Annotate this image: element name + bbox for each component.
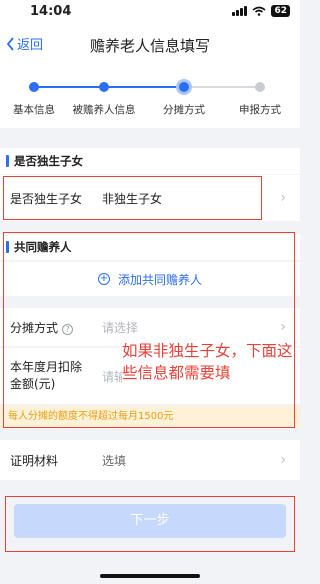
nav-bar: 返回 赡养老人信息填写 bbox=[0, 24, 300, 66]
progress-stepper: 基本信息 被赡养人信息 分摊方式 申报方式 bbox=[0, 66, 300, 128]
step-connector bbox=[104, 86, 184, 88]
signal-icon bbox=[232, 6, 248, 16]
wifi-icon bbox=[252, 6, 266, 16]
step-connector bbox=[34, 86, 104, 88]
step-dot-allocation bbox=[176, 79, 192, 95]
step-label-supported-person: 被赡养人信息 bbox=[72, 104, 136, 116]
step-dot-declaration bbox=[255, 82, 265, 92]
chevron-right-icon: › bbox=[280, 452, 286, 468]
proof-value: 选填 bbox=[102, 453, 127, 468]
status-icons: 62 bbox=[232, 5, 290, 17]
home-indicator bbox=[100, 574, 200, 578]
status-time: 14:04 bbox=[30, 4, 72, 19]
proof-row[interactable]: 证明材料 选填 › bbox=[0, 440, 300, 480]
step-label-declaration: 申报方式 bbox=[239, 104, 281, 116]
step-label-allocation: 分摊方式 bbox=[163, 104, 205, 116]
annotation-box-next bbox=[5, 496, 295, 552]
section-header-only-child: 是否独生子女 bbox=[0, 148, 300, 174]
step-dot-basic-info bbox=[29, 82, 39, 92]
step-dot-supported-person bbox=[99, 82, 109, 92]
step-label-basic-info: 基本信息 bbox=[13, 104, 55, 116]
annotation-box-details bbox=[3, 232, 295, 428]
annotation-text: 如果非独生子女，下面这些信息都需要填 bbox=[122, 340, 294, 384]
status-bar: 14:04 62 bbox=[0, 0, 300, 24]
battery-icon: 62 bbox=[271, 5, 290, 17]
annotation-box-only-child bbox=[3, 176, 262, 220]
page-title: 赡养老人信息填写 bbox=[89, 37, 210, 55]
chevron-right-icon: › bbox=[280, 190, 286, 206]
proof-label: 证明材料 bbox=[10, 453, 59, 468]
step-connector bbox=[184, 86, 260, 88]
